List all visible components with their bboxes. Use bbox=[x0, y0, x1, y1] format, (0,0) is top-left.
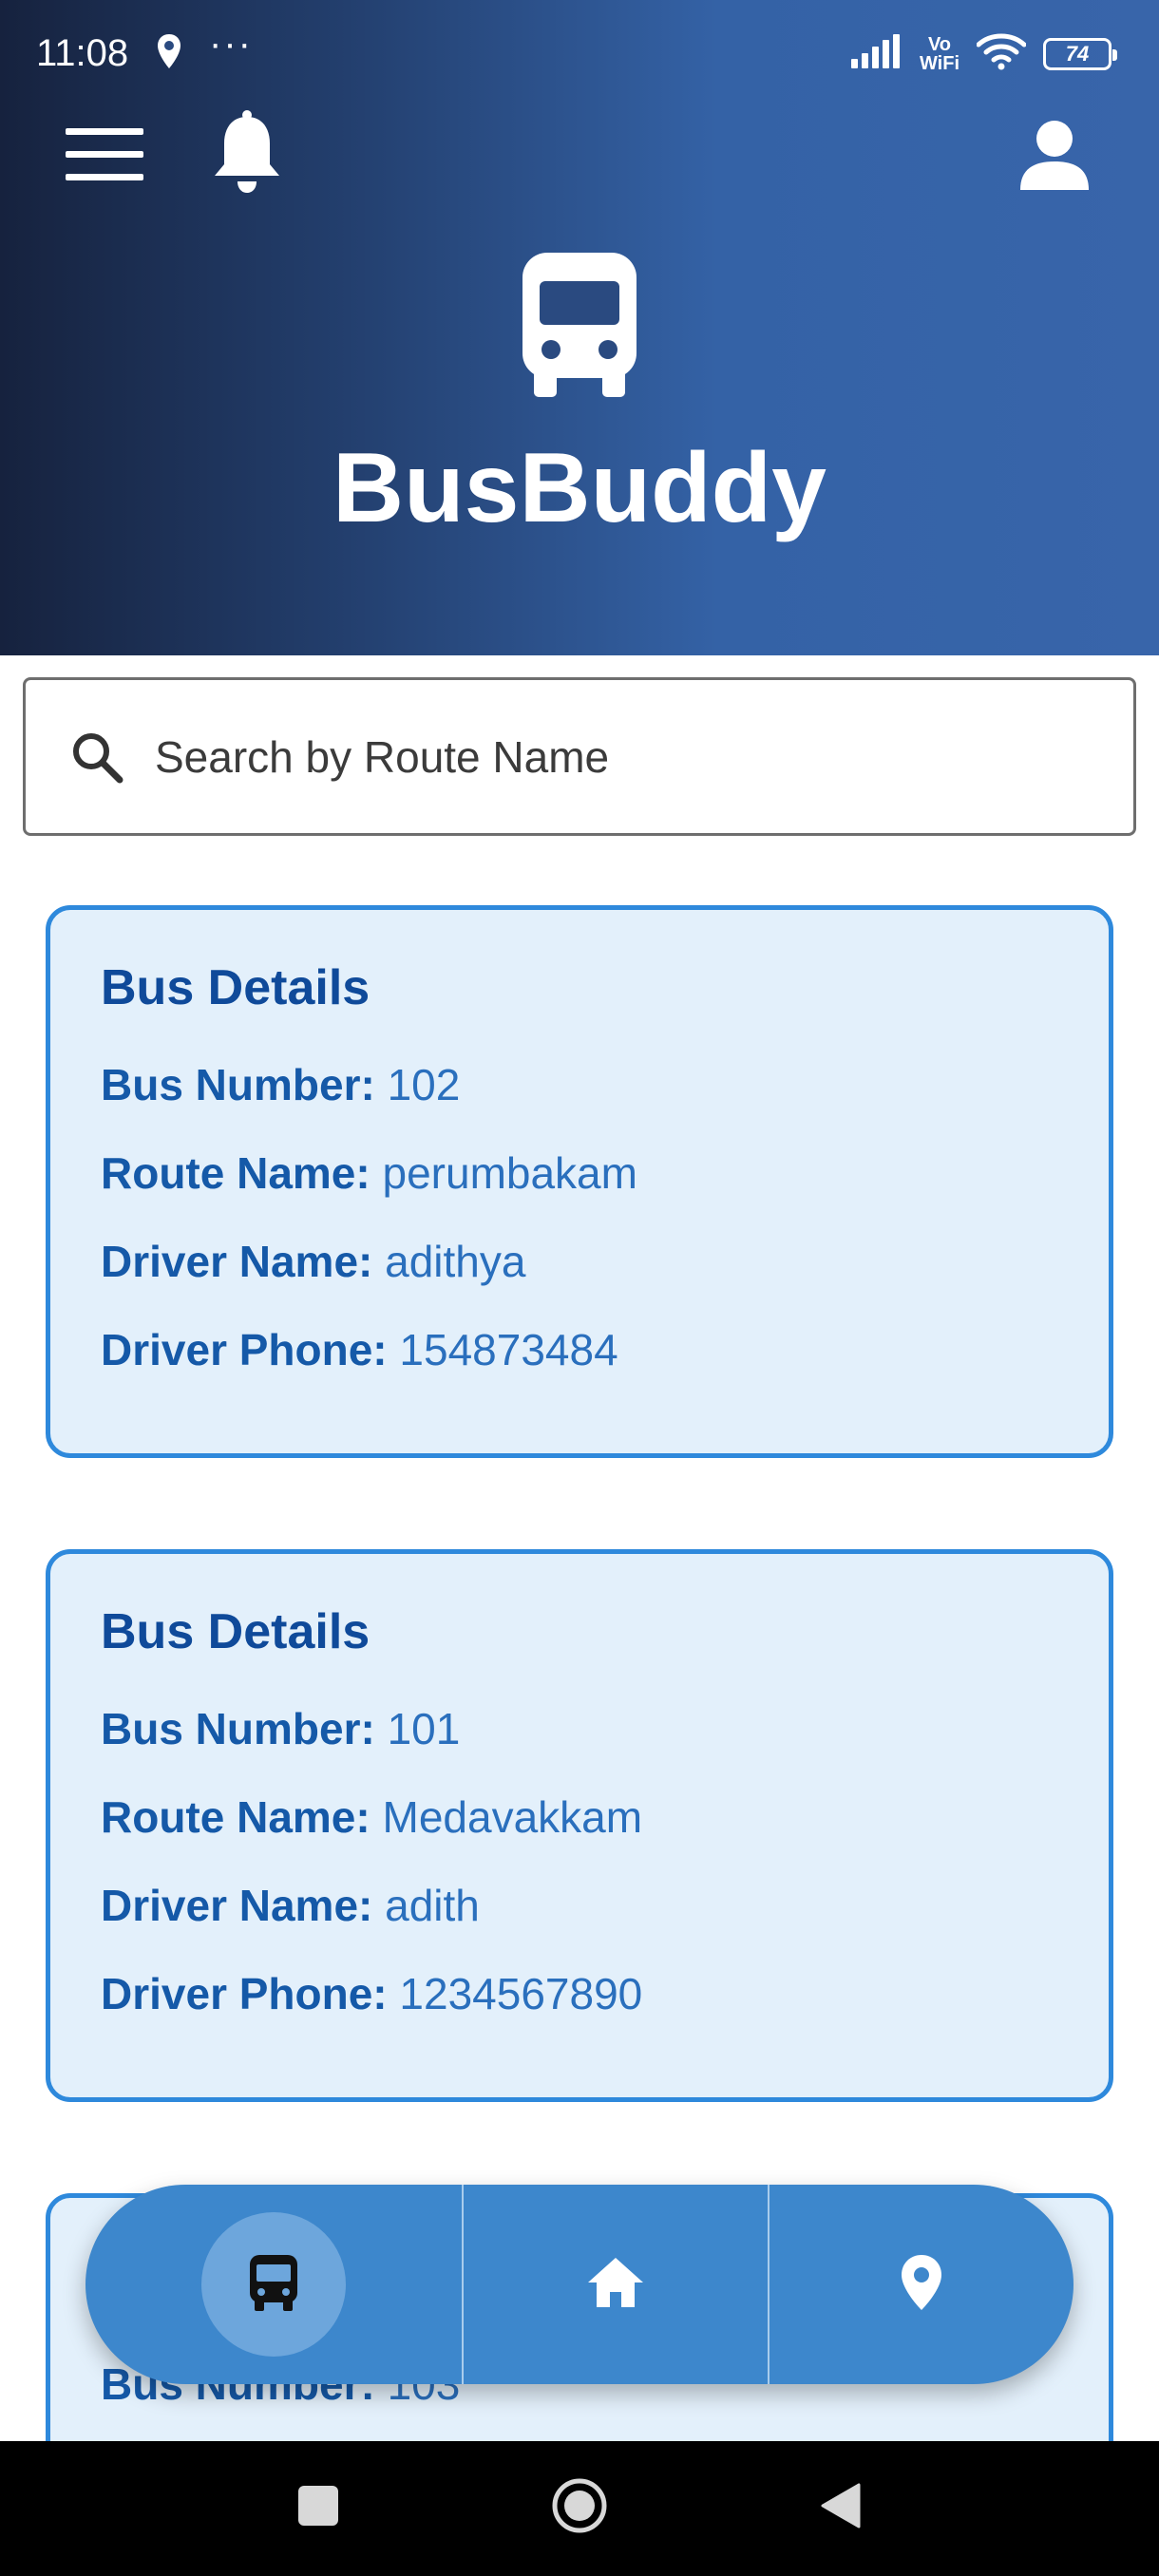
bus-details-card[interactable]: Bus Details Bus Number: 101 Route Name: … bbox=[46, 1549, 1113, 2102]
card-title: Bus Details bbox=[101, 1604, 370, 1659]
driver-phone-row: Driver Phone: 154873484 bbox=[101, 1321, 1109, 1410]
menu-button[interactable] bbox=[57, 114, 152, 199]
route-name-row: Route Name: Medavakkam bbox=[101, 1789, 1109, 1877]
bus-number-row: Bus Number: 102 bbox=[101, 1056, 1109, 1145]
driver-phone-label: Driver Phone: bbox=[101, 1325, 388, 1374]
route-name-row: Route Name: perumbakam bbox=[101, 1145, 1109, 1233]
battery-indicator: 74 bbox=[1043, 37, 1117, 70]
status-bar: 11:08 ··· Vo WiFi 74 bbox=[0, 0, 1159, 104]
driver-name-row: Driver Name: adithya bbox=[101, 1233, 1109, 1321]
hamburger-icon bbox=[66, 126, 143, 188]
driver-phone-label: Driver Phone: bbox=[101, 1969, 388, 2018]
bus-number-value: 102 bbox=[387, 1060, 461, 1109]
app-header: 11:08 ··· Vo WiFi 74 BusBuddy bbox=[0, 0, 1159, 655]
triangle-back-icon bbox=[819, 2482, 863, 2534]
search-box[interactable] bbox=[23, 677, 1136, 836]
circle-icon bbox=[551, 2477, 608, 2539]
signal-icon bbox=[850, 34, 902, 73]
home-icon bbox=[586, 2256, 645, 2314]
driver-name-row: Driver Name: adith bbox=[101, 1877, 1109, 1965]
active-tab-indicator bbox=[201, 2212, 346, 2357]
driver-name-value: adith bbox=[385, 1881, 480, 1930]
search-input[interactable] bbox=[155, 730, 1010, 783]
system-navigation-bar bbox=[0, 2441, 1159, 2576]
search-icon bbox=[64, 724, 130, 790]
vowifi-indicator: Vo WiFi bbox=[920, 35, 960, 73]
recents-button[interactable] bbox=[276, 2479, 361, 2536]
driver-name-value: adithya bbox=[385, 1237, 526, 1286]
nav-bus-tab[interactable] bbox=[86, 2185, 464, 2384]
driver-phone-row: Driver Phone: 1234567890 bbox=[101, 1965, 1109, 2054]
nav-location-tab[interactable] bbox=[770, 2185, 1074, 2384]
bus-number-row: Bus Number: 101 bbox=[101, 1700, 1109, 1789]
driver-phone-value: 1234567890 bbox=[399, 1969, 643, 2018]
route-name-value: perumbakam bbox=[382, 1148, 637, 1198]
bell-icon bbox=[213, 109, 281, 199]
vowifi-top: Vo bbox=[927, 33, 952, 55]
bottom-navigation bbox=[86, 2185, 1074, 2384]
bus-logo-icon bbox=[513, 247, 646, 399]
user-icon bbox=[1018, 120, 1091, 195]
square-icon bbox=[296, 2484, 340, 2532]
route-name-value: Medavakkam bbox=[382, 1792, 643, 1842]
profile-button[interactable] bbox=[1007, 109, 1102, 204]
wifi-icon bbox=[976, 32, 1027, 75]
driver-phone-value: 154873484 bbox=[399, 1325, 618, 1374]
nav-home-tab[interactable] bbox=[464, 2185, 770, 2384]
route-name-label: Route Name: bbox=[101, 1792, 370, 1842]
route-name-label: Route Name: bbox=[101, 1148, 370, 1198]
driver-name-label: Driver Name: bbox=[101, 1237, 373, 1286]
driver-name-label: Driver Name: bbox=[101, 1881, 373, 1930]
card-title: Bus Details bbox=[101, 960, 370, 1015]
status-time: 11:08 bbox=[36, 32, 129, 74]
bus-icon bbox=[248, 2253, 299, 2317]
location-pin-icon bbox=[900, 2253, 943, 2317]
bus-details-card[interactable]: Bus Details Bus Number: 102 Route Name: … bbox=[46, 905, 1113, 1458]
bus-number-value: 101 bbox=[387, 1704, 461, 1753]
status-right-icons: Vo WiFi 74 bbox=[850, 32, 1117, 75]
bus-number-label: Bus Number: bbox=[101, 1704, 375, 1753]
status-more-icon: ··· bbox=[209, 23, 253, 65]
back-button[interactable] bbox=[798, 2479, 884, 2536]
location-status-icon bbox=[156, 32, 182, 75]
notifications-button[interactable] bbox=[200, 106, 294, 201]
home-system-button[interactable] bbox=[537, 2470, 622, 2546]
app-title: BusBuddy bbox=[332, 433, 826, 543]
bus-number-label: Bus Number: bbox=[101, 1060, 375, 1109]
vowifi-bottom: WiFi bbox=[919, 52, 960, 74]
